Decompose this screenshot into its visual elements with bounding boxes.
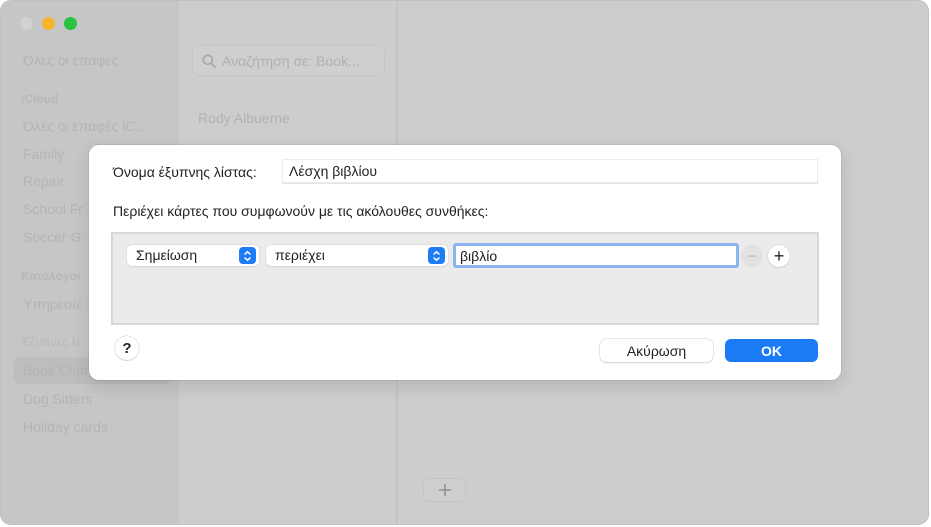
add-contact-button[interactable] [423,478,466,502]
sidebar-item-family[interactable]: Family [23,146,64,162]
sidebar-item-all-contacts[interactable]: Όλες οι επαφές [23,52,118,68]
sidebar-item-repair[interactable]: Repair [23,173,64,189]
plus-icon [438,484,451,496]
sidebar-heading-smart-lists: Έξυπνες λί [21,335,80,349]
smart-list-name-input[interactable] [282,159,818,184]
rules-container: Σημείωση περιέχει − + [111,232,819,325]
ok-button[interactable]: OK [725,339,818,362]
minimize-button[interactable] [42,17,55,30]
minus-icon: − [746,246,758,266]
criteria-label: Περιέχει κάρτες που συμφωνούν με τις ακό… [113,203,489,219]
remove-rule-button[interactable]: − [741,245,763,267]
maximize-button[interactable] [64,17,77,30]
sidebar-item-dog-sitters[interactable]: Dog Sitters [23,391,92,407]
contact-list-item[interactable]: Rody Albuerne [198,110,290,126]
operator-popup-value: περιέχει [275,247,325,263]
search-field[interactable]: Αναζήτηση σε: Book... [192,45,385,76]
close-button[interactable] [20,17,33,30]
smart-list-dialog: Όνομα έξυπνης λίστας: Περιέχει κάρτες πο… [89,145,841,380]
sidebar-item-services[interactable]: Υπηρεσίε [23,296,82,312]
popup-chevrons-icon [239,247,256,264]
smart-list-name-label: Όνομα έξυπνης λίστας: [113,164,257,180]
cancel-button[interactable]: Ακύρωση [600,339,713,362]
sidebar-item-book-club[interactable]: Book Club [23,362,88,378]
search-placeholder: Αναζήτηση σε: Book... [222,52,360,69]
search-icon [202,54,216,68]
popup-chevrons-icon [428,247,445,264]
sidebar-heading-directories: Κατάλογοι [21,269,81,283]
sidebar-item-all-icloud[interactable]: Όλες οι επαφές iC... [23,118,147,134]
sidebar-item-holiday-cards[interactable]: Holiday cards [23,419,108,435]
window-controls [20,17,77,30]
plus-icon: + [773,246,785,266]
help-button[interactable]: ? [115,336,139,360]
field-popup-value: Σημείωση [136,247,198,263]
sidebar-heading-icloud: iCloud [21,92,59,106]
operator-popup[interactable]: περιέχει [266,245,448,266]
add-rule-button[interactable]: + [768,245,790,267]
sidebar-item-soccer[interactable]: Soccer G [23,229,81,245]
question-mark-icon: ? [122,339,132,357]
field-popup[interactable]: Σημείωση [127,245,259,266]
sidebar-item-school-friends[interactable]: School Fr [23,201,83,217]
rule-value-input[interactable] [453,243,739,268]
